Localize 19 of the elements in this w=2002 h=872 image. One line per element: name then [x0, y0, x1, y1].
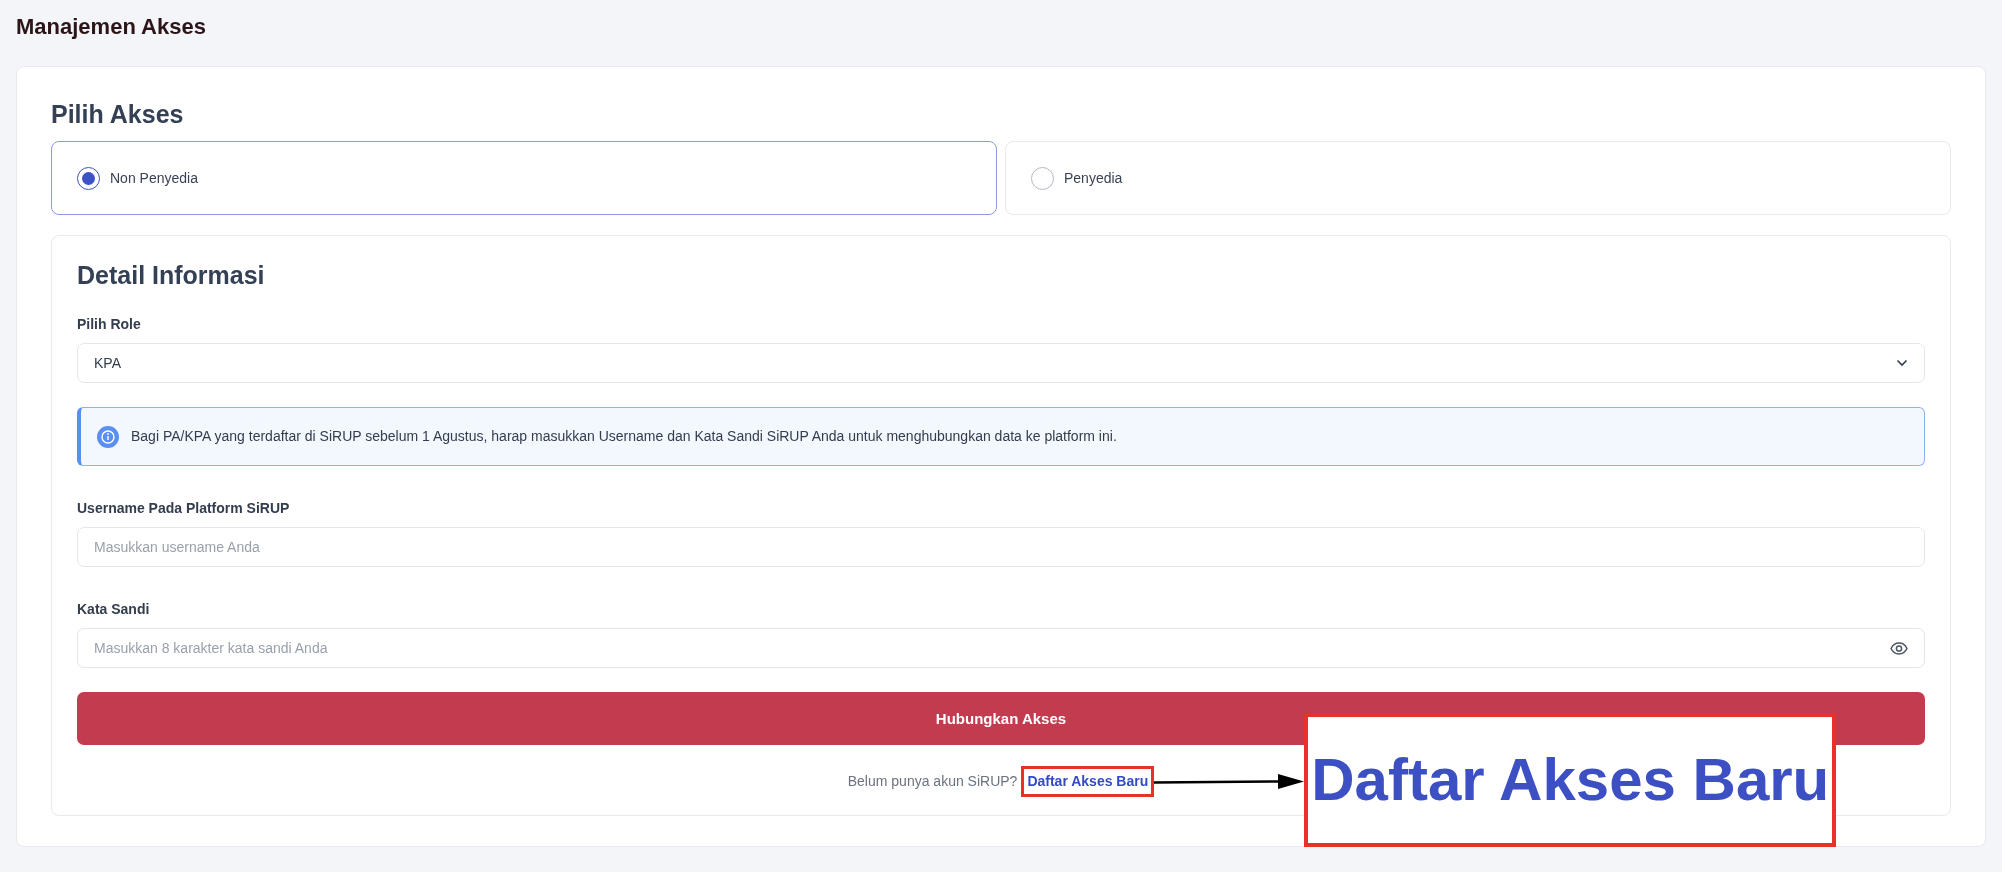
eye-icon[interactable] — [1890, 641, 1908, 655]
option-label: Penyedia — [1064, 168, 1123, 188]
register-link[interactable]: Daftar Akses Baru — [1027, 773, 1149, 790]
access-option[interactable]: Penyedia — [1005, 141, 1951, 216]
access-option[interactable]: Non Penyedia — [51, 141, 997, 216]
option-label: Non Penyedia — [110, 168, 198, 188]
select-value: KPA — [94, 353, 121, 373]
field-label: Pilih Role — [77, 315, 142, 335]
magnified-link-tooltip: Daftar Akses Baru — [1304, 712, 1837, 847]
footer-text: Belum punya akun SiRUP? — [847, 772, 1018, 792]
info-icon — [97, 425, 119, 448]
page-title: Manajemen Akses — [16, 14, 207, 41]
alert-text: Bagi PA/KPA yang terdaftar di SiRUP sebelum 1 Agustus, harap masukkan Username dan Kata Sandi SiRUP Anda untuk menghubungkan data ke platform ini. — [131, 427, 1117, 447]
role-select[interactable]: KPA — [77, 343, 1925, 384]
chevron-down-icon — [1896, 359, 1908, 368]
field-label: Username Pada Platform SiRUP — [77, 499, 291, 519]
section-title: Pilih Akses — [51, 99, 185, 130]
section-title: Detail Informasi — [77, 260, 266, 291]
field-label: Kata Sandi — [77, 600, 151, 620]
